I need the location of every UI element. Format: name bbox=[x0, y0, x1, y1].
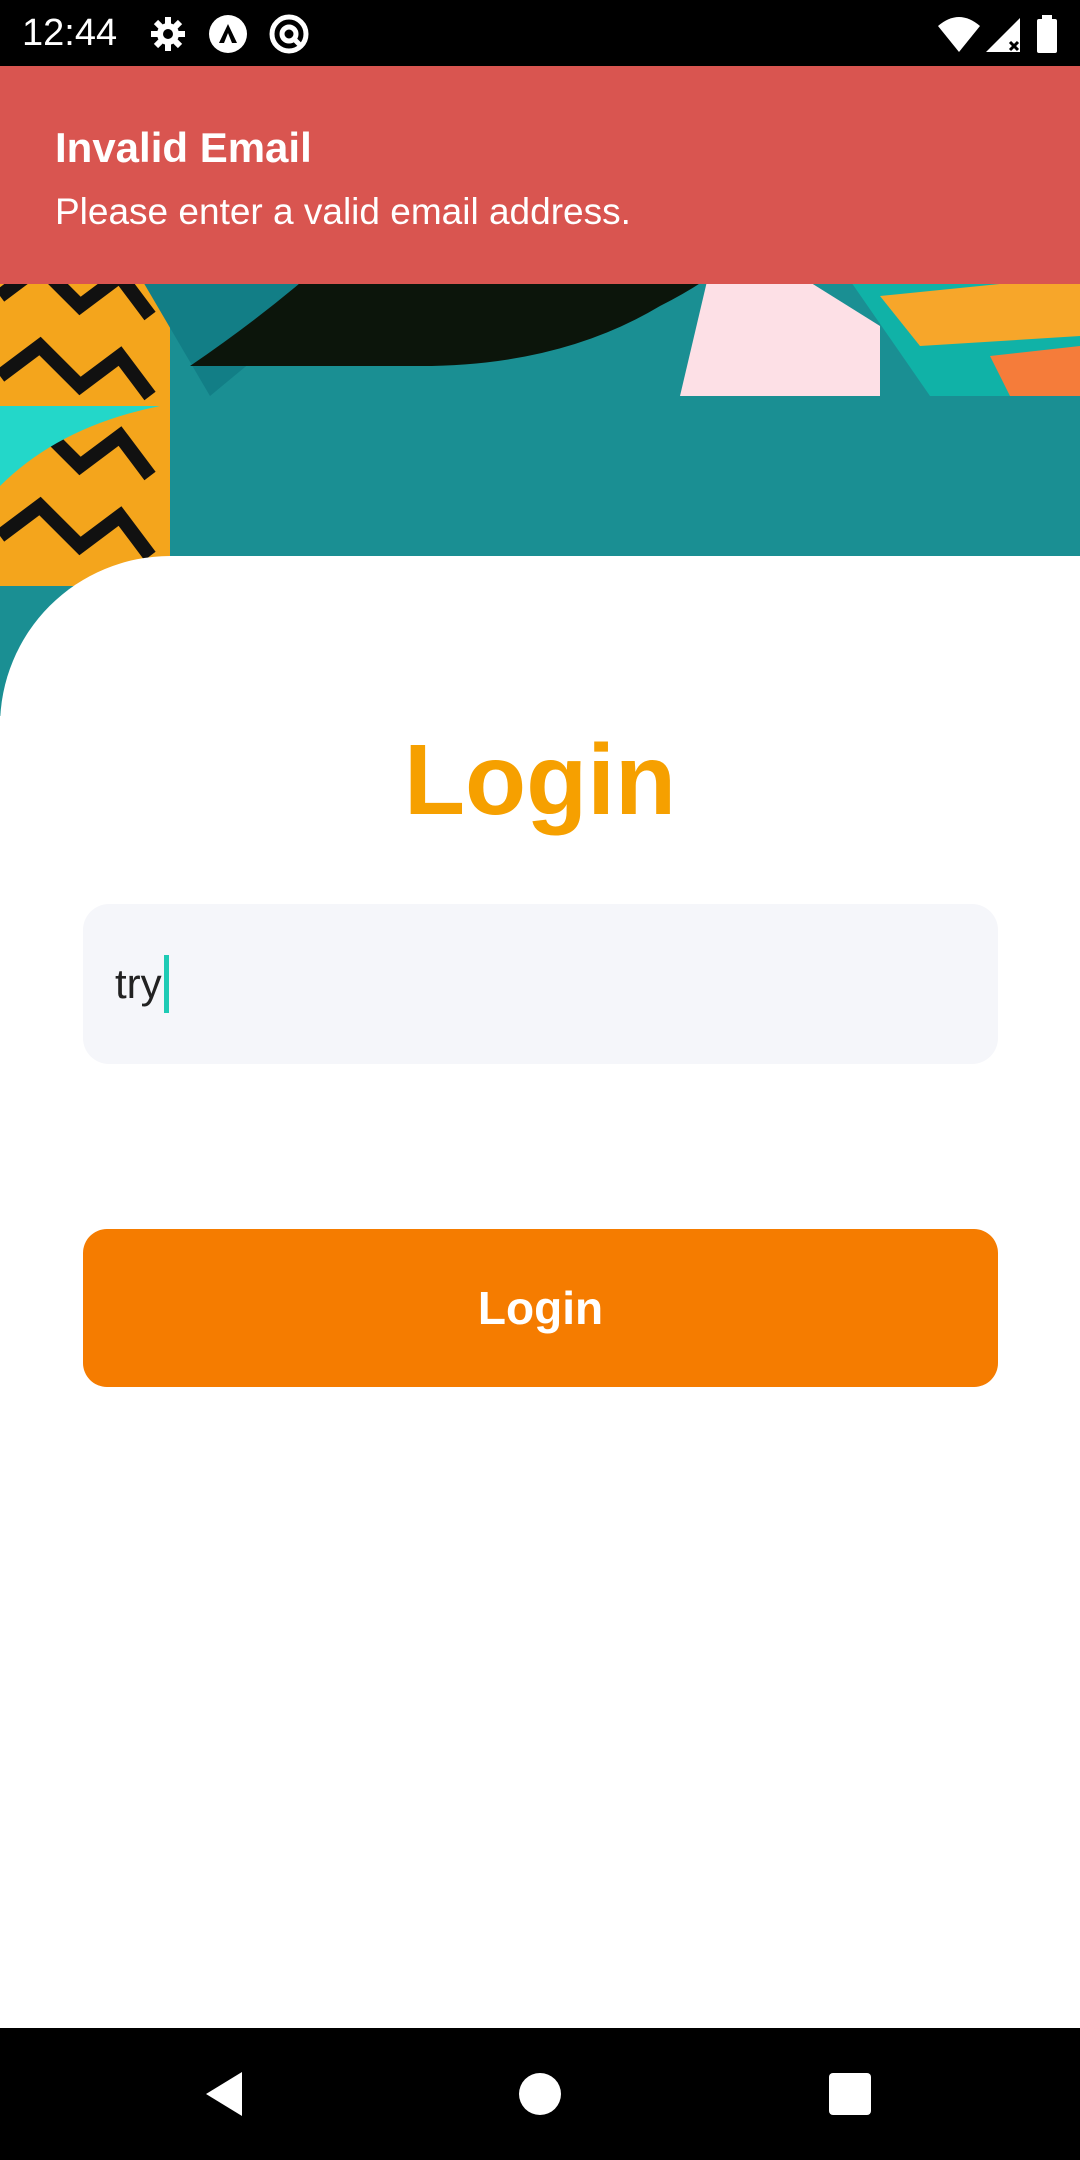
battery-icon bbox=[1037, 15, 1057, 53]
gear-icon bbox=[151, 17, 185, 51]
email-input-value: try bbox=[115, 954, 169, 1014]
text-caret bbox=[163, 954, 169, 1013]
invalid-email-toast: Invalid Email Please enter a valid email… bbox=[0, 66, 1080, 284]
toast-message: Please enter a valid email address. bbox=[55, 191, 631, 232]
toast-title: Invalid Email bbox=[55, 124, 312, 171]
email-field[interactable]: try bbox=[83, 904, 998, 1064]
cell-signal-icon bbox=[986, 18, 1020, 52]
page-title: Login bbox=[403, 724, 677, 836]
app-at-icon bbox=[269, 14, 309, 54]
email-text: try bbox=[115, 960, 162, 1007]
login-button[interactable]: Login bbox=[83, 1229, 998, 1387]
login-screen: 12:44 Invalid Email Please enter a valid… bbox=[0, 0, 1080, 2160]
back-icon[interactable] bbox=[196, 2064, 256, 2124]
navigation-bar bbox=[0, 2028, 1080, 2160]
wifi-icon bbox=[938, 17, 980, 52]
home-icon[interactable] bbox=[510, 2064, 570, 2124]
status-time: 12:44 bbox=[22, 12, 118, 54]
recents-icon[interactable] bbox=[820, 2064, 880, 2124]
app-a-icon bbox=[209, 15, 247, 53]
status-bar: 12:44 bbox=[0, 0, 1080, 66]
